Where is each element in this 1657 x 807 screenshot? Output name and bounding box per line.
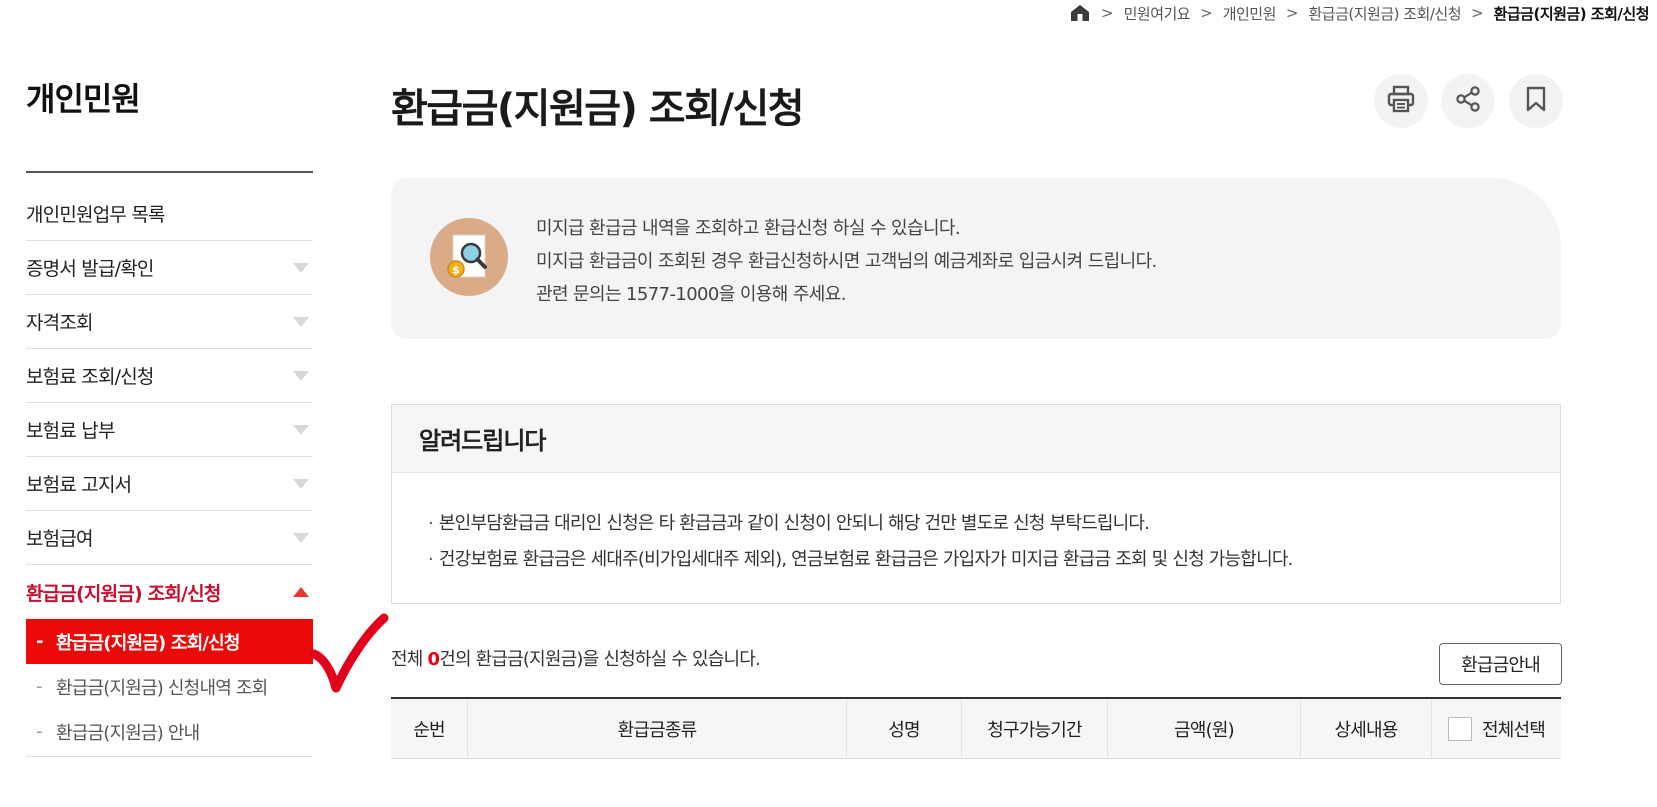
sidebar-item-premium-inquiry[interactable]: 보험료 조회/신청 — [26, 349, 313, 403]
column-header-name: 성명 — [847, 699, 962, 758]
sidebar-title: 개인민원 — [26, 80, 141, 118]
chevron-right-icon: > — [1285, 4, 1299, 22]
chevron-down-icon — [293, 370, 309, 381]
info-line: 미지급 환급금 내역을 조회하고 환급신청 하실 수 있습니다. — [536, 218, 961, 239]
sidebar-item-eligibility[interactable]: 자격조회 — [26, 295, 313, 349]
sidebar-item-refund[interactable]: 환급금(지원금) 조회/신청 — [26, 565, 313, 619]
sidebar-item-label: 개인민원업무 목록 — [26, 204, 165, 226]
notice-title: 알려드립니다 — [392, 405, 1560, 473]
summary-suffix: 건의 환급금(지원금)을 신청하실 수 있습니다. — [439, 649, 761, 670]
notice-item-text: 건강보험료 환급금은 세대주(비가입세대주 제외), 연금보험료 환급금은 가입… — [438, 549, 1293, 570]
column-header-details: 상세내용 — [1301, 699, 1432, 758]
submenu-item-label: 환급금(지원금) 조회/신청 — [56, 632, 241, 654]
submenu-item-refund-inquiry[interactable]: - 환급금(지원금) 조회/신청 — [26, 619, 313, 664]
svg-text:$: $ — [452, 264, 460, 277]
chevron-right-icon: > — [1200, 4, 1213, 22]
sidebar-submenu: - 환급금(지원금) 조회/신청 - 환급금(지원금) 신청내역 조회 - 환급… — [26, 619, 313, 754]
breadcrumb-item[interactable]: 민원여기요 — [1124, 3, 1191, 24]
share-button[interactable] — [1441, 74, 1495, 128]
breadcrumb: > 민원여기요 > 개인민원 > 환급금(지원금) 조회/신청 > 환급금(지원… — [1069, 0, 1650, 26]
notice-item: · 건강보험료 환급금은 세대주(비가입세대주 제외), 연금보험료 환급금은 가… — [428, 542, 1560, 578]
select-all-header: 전체선택 — [1432, 699, 1561, 758]
submenu-item-label: 환급금(지원금) 신청내역 조회 — [56, 677, 268, 699]
chevron-right-icon: > — [1471, 4, 1484, 22]
notice-item: · 본인부담환급금 대리인 신청은 타 환급금과 같이 신청이 안되니 해당 건만… — [428, 506, 1560, 542]
column-header-no: 순번 — [391, 699, 468, 758]
chevron-down-icon — [293, 532, 309, 543]
breadcrumb-item[interactable]: 개인민원 — [1223, 3, 1277, 24]
result-summary: 전체 0건의 환급금(지원금)을 신청하실 수 있습니다. — [391, 645, 761, 671]
result-count: 0 — [427, 649, 440, 670]
dash-icon: - — [36, 631, 43, 652]
info-line: 관련 문의는 1577-1000을 이용해 주세요. — [536, 284, 846, 305]
submenu-item-refund-guide[interactable]: - 환급금(지원금) 안내 — [26, 709, 313, 754]
select-all-label[interactable]: 전체선택 — [1482, 716, 1546, 742]
bullet-icon: · — [428, 513, 434, 534]
bullet-icon: · — [428, 549, 434, 570]
bookmark-button[interactable] — [1509, 74, 1563, 128]
info-box: $ 미지급 환급금 내역을 조회하고 환급신청 하실 수 있습니다. 미지급 환… — [391, 178, 1561, 339]
column-header-amount: 금액(원) — [1108, 699, 1301, 758]
dash-icon: - — [36, 676, 43, 697]
chevron-right-icon: > — [1101, 4, 1114, 22]
chevron-down-icon — [293, 262, 309, 273]
dash-icon: - — [36, 721, 43, 742]
sidebar-item-premium-payment[interactable]: 보험료 납부 — [26, 403, 313, 457]
select-all-checkbox[interactable] — [1447, 716, 1472, 741]
sidebar-item-certificate[interactable]: 증명서 발급/확인 — [26, 241, 313, 295]
sidebar-divider — [26, 756, 313, 757]
document-search-coin-icon: $ — [430, 218, 508, 296]
breadcrumb-current: 환급금(지원금) 조회/신청 — [1493, 4, 1650, 23]
sidebar-item-label: 증명서 발급/확인 — [26, 258, 154, 280]
sidebar-item-premium-notice[interactable]: 보험료 고지서 — [26, 457, 313, 511]
submenu-item-refund-history[interactable]: - 환급금(지원금) 신청내역 조회 — [26, 664, 313, 709]
sidebar-item-label: 보험료 고지서 — [26, 474, 132, 496]
sidebar-item-benefits[interactable]: 보험급여 — [26, 511, 313, 565]
sidebar-item-civil-list[interactable]: 개인민원업무 목록 — [26, 187, 313, 241]
column-header-claim-period: 청구가능기간 — [962, 699, 1108, 758]
sidebar-item-label: 보험료 조회/신청 — [26, 366, 154, 388]
page-title: 환급금(지원금) 조회/신청 — [391, 86, 805, 132]
sidebar-divider — [26, 171, 313, 173]
summary-prefix: 전체 — [391, 649, 428, 670]
sidebar-menu: 개인민원업무 목록 증명서 발급/확인 자격조회 보험료 조회/신청 보험료 납… — [26, 187, 313, 757]
breadcrumb-item[interactable]: 환급금(지원금) 조회/신청 — [1308, 3, 1461, 24]
notice-item-text: 본인부담환급금 대리인 신청은 타 환급금과 같이 신청이 안되니 해당 건만 … — [438, 513, 1150, 534]
share-icon — [1454, 85, 1482, 117]
notice-body: · 본인부담환급금 대리인 신청은 타 환급금과 같이 신청이 안되니 해당 건만… — [392, 473, 1560, 578]
chevron-down-icon — [293, 316, 309, 327]
sidebar-item-label: 환급금(지원금) 조회/신청 — [26, 582, 221, 605]
info-text: 미지급 환급금 내역을 조회하고 환급신청 하실 수 있습니다. 미지급 환급금… — [536, 212, 1157, 311]
submenu-item-label: 환급금(지원금) 안내 — [56, 722, 200, 744]
sidebar-item-label: 자격조회 — [26, 312, 94, 334]
refund-table-header: 순번 환급금종류 성명 청구가능기간 금액(원) 상세내용 전체선택 — [391, 697, 1561, 759]
chevron-up-icon — [293, 587, 309, 597]
sidebar-item-label: 보험급여 — [26, 528, 94, 550]
checkmark-annotation-icon — [309, 613, 389, 693]
column-header-refund-type: 환급금종류 — [468, 699, 847, 758]
refund-guide-button[interactable]: 환급금안내 — [1439, 643, 1562, 685]
print-icon — [1386, 85, 1416, 117]
print-button[interactable] — [1374, 74, 1428, 128]
home-icon[interactable] — [1069, 3, 1091, 23]
info-line: 미지급 환급금이 조회된 경우 환급신청하시면 고객님의 예금계좌로 입금시켜 … — [536, 251, 1157, 272]
chevron-down-icon — [293, 424, 309, 435]
notice-box: 알려드립니다 · 본인부담환급금 대리인 신청은 타 환급금과 같이 신청이 안되… — [391, 404, 1561, 604]
sidebar-item-label: 보험료 납부 — [26, 420, 115, 442]
bookmark-icon — [1524, 85, 1548, 117]
chevron-down-icon — [293, 478, 309, 489]
